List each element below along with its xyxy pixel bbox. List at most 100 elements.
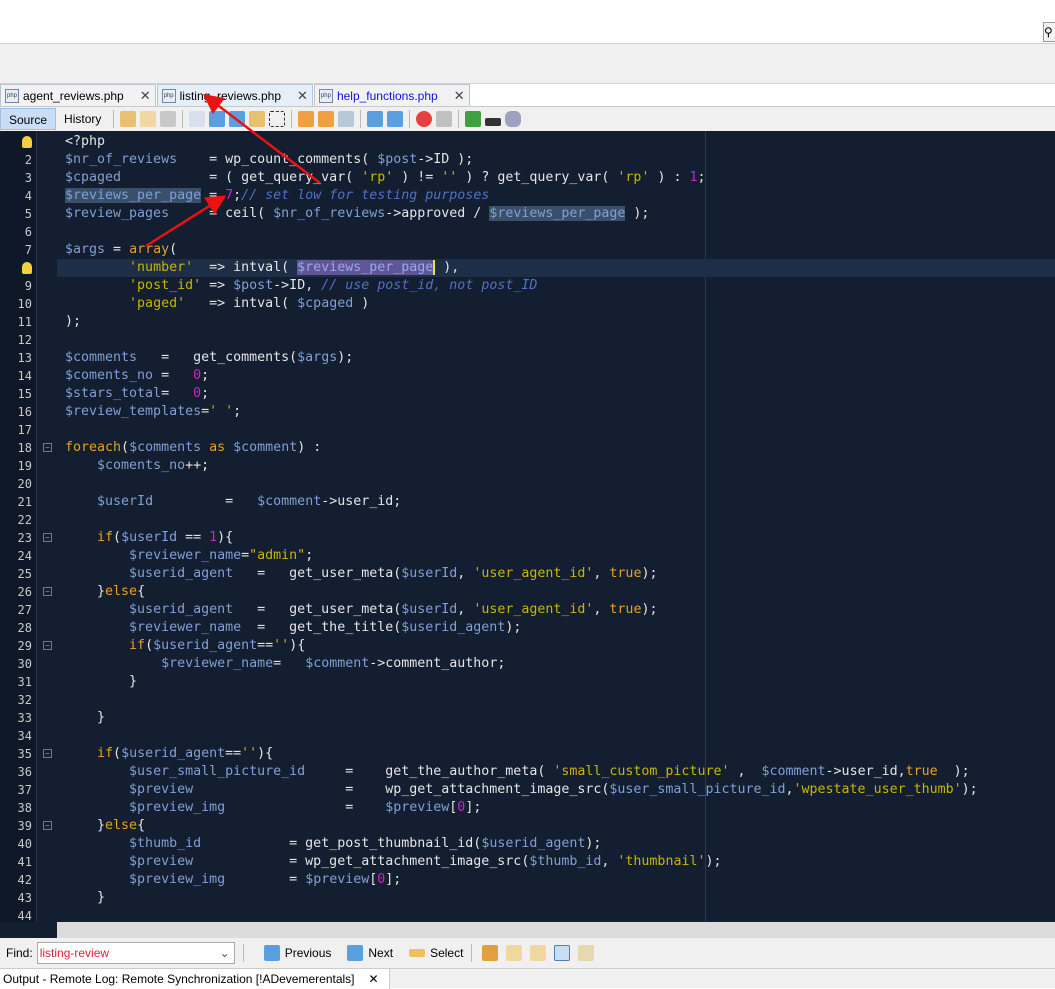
code-line[interactable]: $preview = wp_get_attachment_image_src($… bbox=[65, 853, 721, 871]
code-line[interactable]: $review_pages = ceil( $nr_of_reviews->ap… bbox=[65, 205, 649, 223]
tab-listing-reviews[interactable]: php listing_reviews.php ✕ bbox=[156, 84, 313, 106]
history-tab[interactable]: History bbox=[56, 108, 109, 130]
next-button[interactable]: Next bbox=[345, 945, 393, 961]
code-line[interactable]: $reviewer_name="admin"; bbox=[65, 547, 313, 565]
comment-icon[interactable] bbox=[465, 111, 482, 127]
find-next-icon[interactable] bbox=[229, 111, 246, 127]
match-case-icon[interactable] bbox=[482, 945, 499, 961]
output-tab[interactable]: Output - Remote Log: Remote Synchronizat… bbox=[0, 969, 390, 989]
code-line[interactable]: 'post_id' => $post->ID, // use post_id, … bbox=[65, 277, 537, 295]
code-line[interactable]: $userId = $comment->user_id; bbox=[65, 493, 401, 511]
code-token: = bbox=[161, 386, 194, 401]
code-line[interactable]: $cpaged = ( get_query_var( 'rp' ) != '' … bbox=[65, 169, 706, 187]
code-token: <?php bbox=[65, 134, 106, 149]
code-token: , bbox=[785, 782, 794, 797]
fold-toggle-icon[interactable]: − bbox=[43, 749, 52, 758]
database-icon[interactable] bbox=[505, 111, 522, 127]
record-macro-icon[interactable] bbox=[416, 111, 433, 127]
code-line[interactable]: $stars_total= 0; bbox=[65, 385, 209, 403]
hint-bulb-icon[interactable] bbox=[22, 136, 32, 148]
code-line[interactable]: if($userid_agent==''){ bbox=[65, 745, 273, 763]
code-line[interactable]: $reviewer_name= $comment->comment_author… bbox=[65, 655, 505, 673]
line-number: 11 bbox=[17, 315, 32, 329]
code-line[interactable]: $thumb_id = get_post_thumbnail_id($useri… bbox=[65, 835, 601, 853]
tab-agent-reviews[interactable]: php agent_reviews.php ✕ bbox=[0, 84, 156, 106]
code-line[interactable]: $userid_agent = get_user_meta($userId, '… bbox=[65, 565, 657, 583]
back-icon[interactable] bbox=[140, 111, 157, 127]
line-number: 23 bbox=[17, 531, 32, 545]
shift-left-icon[interactable] bbox=[367, 111, 384, 127]
code-token: $userid_agent bbox=[129, 566, 234, 581]
close-icon[interactable]: ✕ bbox=[140, 88, 151, 104]
prev-bookmark-icon[interactable] bbox=[298, 111, 315, 127]
source-tab[interactable]: Source bbox=[0, 108, 57, 130]
find-icon[interactable] bbox=[189, 111, 206, 127]
line-number: 32 bbox=[17, 693, 32, 707]
output-panel: Output - Remote Log: Remote Synchronizat… bbox=[0, 968, 1055, 989]
code-token: true bbox=[609, 602, 642, 617]
fold-toggle-icon[interactable]: − bbox=[43, 533, 52, 542]
stop-macro-icon[interactable] bbox=[436, 111, 453, 127]
code-token: $coments_no bbox=[97, 458, 186, 473]
search-icon[interactable]: ⚲ bbox=[1043, 22, 1055, 42]
code-line[interactable]: $preview_img = $preview[0]; bbox=[65, 799, 481, 817]
code-line[interactable]: $preview_img = $preview[0]; bbox=[65, 871, 401, 889]
code-editor[interactable]: <?php 2 $nr_of_reviews = wp_count_comments… bbox=[0, 131, 1055, 922]
code-line[interactable]: $reviews_per_page = 7;// set low for tes… bbox=[65, 187, 489, 205]
find-value: listing-review bbox=[39, 946, 110, 960]
code-line[interactable]: if($userId == 1){ bbox=[65, 529, 233, 547]
code-line[interactable]: $reviewer_name = get_the_title($userid_a… bbox=[65, 619, 521, 637]
toggle-bookmark-icon[interactable] bbox=[338, 111, 355, 127]
highlight-results-icon[interactable] bbox=[554, 945, 571, 961]
code-line[interactable]: }else{ bbox=[65, 583, 145, 601]
code-line[interactable]: $user_small_picture_id = get_the_author_… bbox=[65, 763, 970, 781]
fold-toggle-icon[interactable]: − bbox=[43, 641, 52, 650]
shift-right-icon[interactable] bbox=[387, 111, 404, 127]
code-line[interactable]: 'number' => intval( $reviews_per_page ), bbox=[65, 259, 459, 277]
fold-toggle-icon[interactable]: − bbox=[43, 821, 52, 830]
code-line[interactable]: } bbox=[65, 889, 105, 907]
last-edit-icon[interactable] bbox=[120, 111, 137, 127]
code-line[interactable]: $args = array( bbox=[65, 241, 177, 259]
code-line[interactable]: if($userid_agent==''){ bbox=[65, 637, 305, 655]
select-button[interactable]: Select bbox=[407, 946, 463, 960]
code-token: , bbox=[457, 602, 474, 617]
code-line[interactable]: $review_templates=' '; bbox=[65, 403, 241, 421]
code-line[interactable]: } bbox=[65, 709, 105, 727]
find-previous-icon[interactable] bbox=[209, 111, 226, 127]
find-input[interactable]: listing-review ⌄ bbox=[36, 942, 235, 964]
forward-icon[interactable] bbox=[160, 111, 177, 127]
code-line[interactable]: ); bbox=[65, 313, 81, 331]
code-line[interactable]: <?php bbox=[65, 133, 105, 151]
code-line[interactable]: $coments_no++; bbox=[65, 457, 209, 475]
code-token: ->user_id; bbox=[321, 494, 402, 509]
toggle-highlight-icon[interactable] bbox=[249, 111, 266, 127]
close-icon[interactable]: ✕ bbox=[369, 969, 379, 989]
wrap-around-icon[interactable] bbox=[578, 945, 595, 961]
code-line[interactable]: 'paged' => intval( $cpaged ) bbox=[65, 295, 369, 313]
code-line[interactable]: $preview = wp_get_attachment_image_src($… bbox=[65, 781, 978, 799]
horizontal-scrollbar[interactable] bbox=[0, 922, 1055, 938]
code-line[interactable]: }else{ bbox=[65, 817, 145, 835]
next-bookmark-icon[interactable] bbox=[318, 111, 335, 127]
code-line[interactable]: foreach($comments as $comment) : bbox=[65, 439, 321, 457]
close-icon[interactable]: ✕ bbox=[297, 88, 308, 104]
code-token: $post bbox=[377, 152, 418, 167]
code-token: ) ? get_query_var( bbox=[457, 170, 618, 185]
code-line[interactable]: } bbox=[65, 673, 137, 691]
code-line[interactable]: $nr_of_reviews = wp_count_comments( $pos… bbox=[65, 151, 473, 169]
uncomment-icon[interactable] bbox=[485, 118, 502, 126]
whole-words-icon[interactable] bbox=[506, 945, 523, 961]
close-icon[interactable]: ✕ bbox=[454, 88, 465, 104]
fold-toggle-icon[interactable]: − bbox=[43, 443, 52, 452]
rect-select-icon[interactable] bbox=[269, 111, 286, 127]
code-line[interactable]: $coments_no = 0; bbox=[65, 367, 209, 385]
previous-button[interactable]: Previous bbox=[262, 945, 331, 961]
hint-bulb-icon[interactable] bbox=[22, 262, 32, 274]
code-line[interactable]: $userid_agent = get_user_meta($userId, '… bbox=[65, 601, 657, 619]
code-line[interactable]: $comments = get_comments($args); bbox=[65, 349, 353, 367]
fold-toggle-icon[interactable]: − bbox=[43, 587, 52, 596]
chevron-down-icon[interactable]: ⌄ bbox=[220, 943, 230, 963]
regex-icon[interactable] bbox=[530, 945, 547, 961]
tab-help-functions[interactable]: php help_functions.php ✕ bbox=[313, 84, 470, 106]
